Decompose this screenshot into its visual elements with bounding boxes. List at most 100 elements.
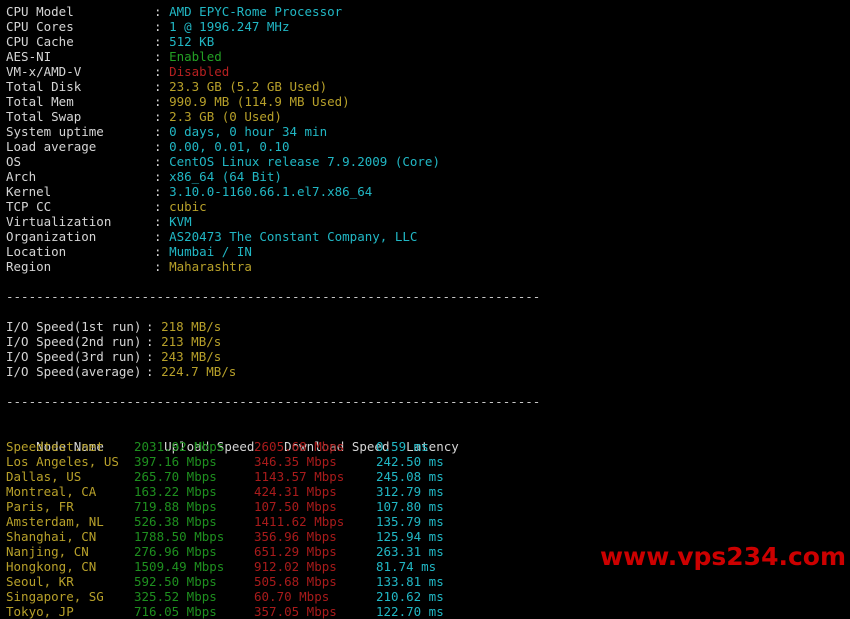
table-row: Singapore, SG 325.52 Mbps 60.70 Mbps 210.62… — [6, 589, 850, 604]
cell-upload-speed: 276.96 Mbps — [134, 544, 217, 559]
cell-latency: 81.74 ms — [376, 559, 437, 574]
cell-upload-speed: 265.70 Mbps — [134, 469, 217, 484]
cell-latency: 107.80 ms — [376, 499, 444, 514]
io-speed-label: I/O Speed(2nd run) — [6, 334, 142, 349]
cell-node-name: Dallas, US — [6, 469, 82, 484]
sysinfo-row: AES-NI: Enabled — [6, 49, 850, 64]
sysinfo-row: CPU Cache: 512 KB — [6, 34, 850, 49]
io-speed-row: I/O Speed(average): 224.7 MB/s — [6, 364, 850, 379]
sysinfo-row: Total Disk: 23.3 GB (5.2 GB Used) — [6, 79, 850, 94]
site-watermark: www.vps234.com — [600, 542, 846, 571]
cell-download-speed: 424.31 Mbps — [254, 484, 337, 499]
cell-upload-speed: 592.50 Mbps — [134, 574, 217, 589]
table-row: Amsterdam, NL 526.38 Mbps 1411.62 Mbps 135.… — [6, 514, 850, 529]
sysinfo-colon: : — [154, 229, 162, 244]
io-speed-label: I/O Speed(average) — [6, 364, 142, 379]
cell-latency: 0.59 ms — [376, 439, 429, 454]
cell-download-speed: 2605.68 Mbps — [254, 439, 345, 454]
sysinfo-colon: : — [154, 19, 162, 34]
io-speed-colon: : — [146, 349, 154, 364]
sysinfo-row: Kernel: 3.10.0-1160.66.1.el7.x86_64 — [6, 184, 850, 199]
sysinfo-value: 1 @ 1996.247 MHz — [169, 19, 290, 34]
sysinfo-row: TCP CC: cubic — [6, 199, 850, 214]
speedtest-results-table: Speedtest.net 2031.92 Mbps 2605.68 Mbps 0.5… — [6, 439, 850, 619]
io-speed-colon: : — [146, 364, 154, 379]
cell-upload-speed: 716.05 Mbps — [134, 604, 217, 619]
sysinfo-label: Virtualization — [6, 214, 112, 229]
sysinfo-label: Total Disk — [6, 79, 82, 94]
sysinfo-row: OS: CentOS Linux release 7.9.2009 (Core) — [6, 154, 850, 169]
cell-download-speed: 651.29 Mbps — [254, 544, 337, 559]
io-speed-row: I/O Speed(3rd run): 243 MB/s — [6, 349, 850, 364]
sysinfo-label: OS — [6, 154, 22, 169]
cell-download-speed: 505.68 Mbps — [254, 574, 337, 589]
sysinfo-colon: : — [154, 4, 162, 19]
sysinfo-value: Enabled — [169, 49, 222, 64]
io-speed-value: 224.7 MB/s — [161, 364, 237, 379]
separator-line-1: ----------------------------------------… — [6, 289, 541, 304]
cell-download-speed: 60.70 Mbps — [254, 589, 330, 604]
sysinfo-row: Total Mem: 990.9 MB (114.9 MB Used) — [6, 94, 850, 109]
io-speed-row: I/O Speed(1st run): 218 MB/s — [6, 319, 850, 334]
io-speed-label: I/O Speed(1st run) — [6, 319, 142, 334]
sysinfo-colon: : — [154, 199, 162, 214]
sysinfo-row: Load average: 0.00, 0.01, 0.10 — [6, 139, 850, 154]
sysinfo-value: Mumbai / IN — [169, 244, 252, 259]
cell-upload-speed: 325.52 Mbps — [134, 589, 217, 604]
table-row: Speedtest.net 2031.92 Mbps 2605.68 Mbps 0.5… — [6, 439, 850, 454]
sysinfo-value: 0 days, 0 hour 34 min — [169, 124, 328, 139]
sysinfo-row: Location: Mumbai / IN — [6, 244, 850, 259]
sysinfo-label: CPU Cores — [6, 19, 74, 34]
sysinfo-row: Virtualization: KVM — [6, 214, 850, 229]
separator-line-2: ----------------------------------------… — [6, 394, 541, 409]
sysinfo-label: CPU Model — [6, 4, 74, 19]
sysinfo-colon: : — [154, 259, 162, 274]
table-row: Paris, FR 719.88 Mbps 107.50 Mbps 107.80 ms — [6, 499, 850, 514]
cell-download-speed: 912.02 Mbps — [254, 559, 337, 574]
cell-upload-speed: 719.88 Mbps — [134, 499, 217, 514]
cell-latency: 210.62 ms — [376, 589, 444, 604]
sysinfo-label: Location — [6, 244, 67, 259]
sysinfo-colon: : — [154, 49, 162, 64]
sysinfo-row: Organization: AS20473 The Constant Compa… — [6, 229, 850, 244]
cell-node-name: Tokyo, JP — [6, 604, 74, 619]
sysinfo-label: AES-NI — [6, 49, 52, 64]
io-speed-value: 218 MB/s — [161, 319, 222, 334]
sysinfo-row: Total Swap: 2.3 GB (0 Used) — [6, 109, 850, 124]
sysinfo-value: Maharashtra — [169, 259, 252, 274]
io-speed-colon: : — [146, 334, 154, 349]
sysinfo-value: cubic — [169, 199, 207, 214]
table-row: Montreal, CA 163.22 Mbps 424.31 Mbps 312.79… — [6, 484, 850, 499]
cell-node-name: Nanjing, CN — [6, 544, 89, 559]
terminal-output: CPU Model: AMD EPYC-Rome Processor CPU Co… — [0, 0, 850, 619]
sysinfo-value: AS20473 The Constant Company, LLC — [169, 229, 418, 244]
sysinfo-value: x86_64 (64 Bit) — [169, 169, 282, 184]
io-speed-label: I/O Speed(3rd run) — [6, 349, 142, 364]
table-row: Dallas, US 265.70 Mbps 1143.57 Mbps 245.08 … — [6, 469, 850, 484]
sysinfo-row: VM-x/AMD-V: Disabled — [6, 64, 850, 79]
sysinfo-value: 2.3 GB (0 Used) — [169, 109, 282, 124]
cell-latency: 122.70 ms — [376, 604, 444, 619]
sysinfo-label: Load average — [6, 139, 97, 154]
cell-latency: 263.31 ms — [376, 544, 444, 559]
sysinfo-colon: : — [154, 214, 162, 229]
sysinfo-colon: : — [154, 34, 162, 49]
cell-download-speed: 346.35 Mbps — [254, 454, 337, 469]
cell-node-name: Shanghai, CN — [6, 529, 97, 544]
sysinfo-value: 512 KB — [169, 34, 215, 49]
cell-node-name: Los Angeles, US — [6, 454, 119, 469]
sysinfo-value: Disabled — [169, 64, 230, 79]
cell-latency: 245.08 ms — [376, 469, 444, 484]
cell-download-speed: 356.96 Mbps — [254, 529, 337, 544]
cell-node-name: Amsterdam, NL — [6, 514, 104, 529]
sysinfo-value: AMD EPYC-Rome Processor — [169, 4, 343, 19]
sysinfo-value: CentOS Linux release 7.9.2009 (Core) — [169, 154, 440, 169]
sysinfo-value: 990.9 MB (114.9 MB Used) — [169, 94, 350, 109]
cell-download-speed: 357.05 Mbps — [254, 604, 337, 619]
sysinfo-label: Region — [6, 259, 52, 274]
cell-upload-speed: 2031.92 Mbps — [134, 439, 225, 454]
sysinfo-row: Arch: x86_64 (64 Bit) — [6, 169, 850, 184]
